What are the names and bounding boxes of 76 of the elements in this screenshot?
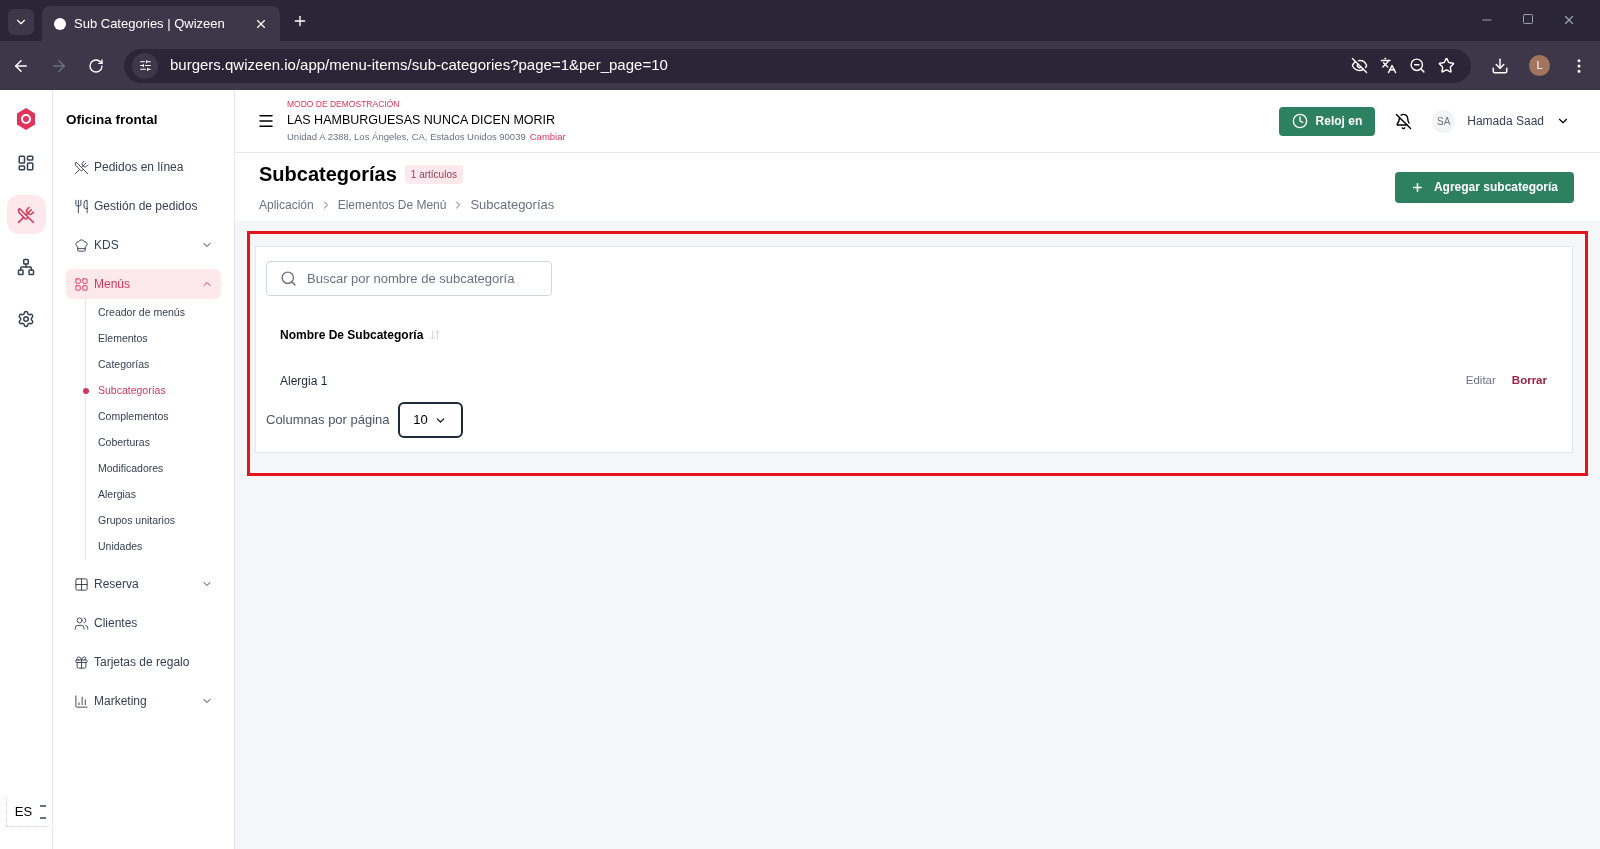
bar-chart-icon (74, 693, 89, 709)
zoom-out-icon[interactable] (1409, 57, 1426, 74)
expand-icon[interactable] (40, 804, 47, 819)
site-settings-icon[interactable] (138, 59, 152, 72)
tab-title: Sub Categories | Qwizeen (74, 14, 226, 33)
delete-link[interactable]: Borrar (1511, 372, 1547, 390)
submenu-item[interactable]: Modificadores (98, 461, 164, 478)
rows-per-page-select[interactable]: 10 (397, 402, 463, 438)
add-subcategory-button[interactable]: Agregar subcategoría (1394, 171, 1574, 203)
user-avatar[interactable]: SA (1432, 109, 1456, 133)
clock-in-button[interactable]: Reloj en (1278, 106, 1376, 136)
translate-icon[interactable] (1380, 57, 1397, 74)
rail-button[interactable] (6, 195, 46, 234)
search-field[interactable]: Buscar por nombre de subcategoría (266, 261, 552, 296)
submenu-item[interactable]: Unidades (98, 539, 143, 556)
store-name: LAS HAMBURGUESAS NUNCA DICEN MORIR (287, 111, 557, 129)
eye-slash-icon[interactable] (1351, 57, 1368, 74)
restore-icon[interactable] (1522, 13, 1534, 25)
breadcrumb-link[interactable]: Elementos De Menú (337, 196, 447, 214)
table-cell-text: Alergia 1 (280, 373, 329, 390)
address-bar[interactable]: burgers.qwizeen.io/app/menu-items/sub-categories?page=1&per_page=10 (124, 48, 1471, 83)
demo-mode-label: MODO DE DEMOSTRACIÓN (287, 98, 401, 111)
user-name[interactable]: Hamada Saad (1467, 112, 1544, 130)
gift-icon (74, 654, 89, 670)
tab-list-button[interactable] (8, 9, 34, 35)
submenu-item[interactable]: Complementos (98, 409, 169, 426)
sidebar-item[interactable]: Tarjetas de regalo (66, 647, 221, 678)
column-header[interactable]: Nombre De Subcategoría (280, 326, 424, 344)
chef-hat-icon (74, 237, 89, 253)
users-icon (74, 615, 89, 631)
store-address: Unidad A 2388, Los Ángeles, CA, Estados Unidos 90039 (287, 129, 526, 144)
sidebar-item[interactable]: Marketing (66, 686, 221, 717)
search-icon (280, 270, 297, 287)
edit-link[interactable]: Editar (1465, 372, 1496, 390)
clock-icon (1291, 113, 1308, 129)
reload-icon[interactable] (88, 57, 104, 74)
star-icon[interactable] (1438, 57, 1455, 74)
settings-icon[interactable] (17, 309, 35, 328)
grid-icon (74, 276, 89, 292)
fork-knife-icon (74, 198, 89, 214)
submenu-item[interactable]: Alergias (98, 487, 136, 504)
url-text: burgers.qwizeen.io/app/menu-items/sub-categories?page=1&per_page=10 (170, 55, 669, 76)
sidebar-item[interactable]: Clientes (66, 608, 221, 639)
logo-icon[interactable] (16, 108, 36, 130)
dashboard-icon[interactable] (17, 153, 35, 172)
browser-tab[interactable]: Sub Categories | Qwizeen (42, 6, 280, 41)
change-link[interactable]: Cambiar (529, 129, 566, 144)
submenu-item[interactable]: Creador de menús (98, 305, 185, 322)
sidebar-item[interactable]: KDS (66, 230, 221, 261)
close-window-icon[interactable] (1562, 13, 1576, 27)
sidebar-title: Oficina frontal (66, 111, 159, 129)
submenu-item[interactable]: Elementos (98, 331, 148, 348)
plus-icon (1410, 180, 1424, 194)
language-label[interactable]: ES (14, 801, 33, 822)
new-tab-icon[interactable] (292, 13, 308, 29)
download-icon[interactable] (1491, 56, 1509, 75)
favicon-icon (54, 17, 66, 30)
utensils-icon[interactable] (17, 205, 35, 224)
count-badge: 1 artículos (404, 164, 463, 184)
submenu-item[interactable]: Coberturas (98, 435, 150, 452)
page-title: Subcategorías (259, 162, 397, 188)
utensils-icon (74, 159, 89, 175)
submenu-item[interactable]: Grupos unitarios (98, 513, 176, 530)
notifications-off-icon[interactable] (1395, 112, 1413, 130)
menu-icon[interactable] (257, 112, 275, 130)
sidebar-item[interactable]: Menús (66, 269, 221, 300)
sidebar-item[interactable]: Pedidos en línea (66, 152, 221, 183)
table-icon (74, 576, 89, 592)
submenu-item[interactable]: Categorías (98, 357, 150, 374)
profile-avatar[interactable]: L (1529, 55, 1550, 76)
sidebar-item[interactable]: Reserva (66, 569, 221, 600)
rows-per-page-label: Columnas por página (266, 411, 390, 430)
network-icon[interactable] (17, 257, 35, 276)
breadcrumb-link[interactable]: Aplicación (259, 196, 314, 214)
submenu-item[interactable]: Subcategorías (98, 383, 166, 400)
sidebar-item[interactable]: Gestión de pedidos (66, 191, 221, 222)
